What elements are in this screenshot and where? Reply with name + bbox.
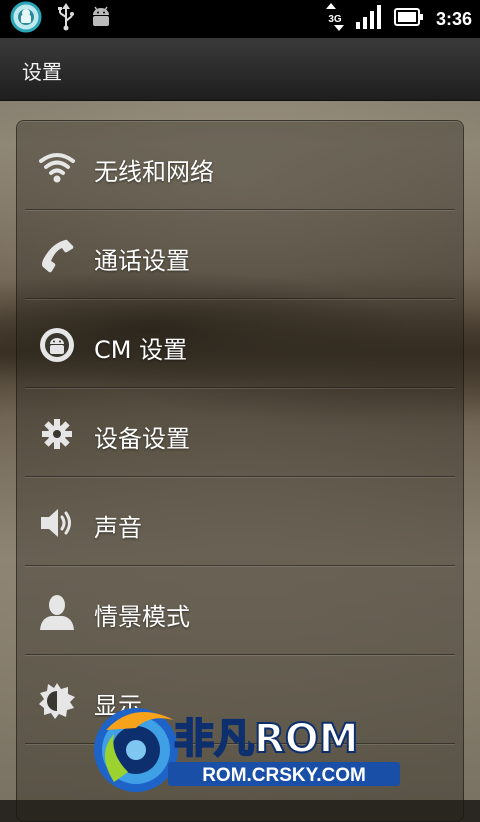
settings-item-label: 声音 bbox=[94, 514, 142, 542]
settings-item-device[interactable]: 设备设置 bbox=[17, 388, 463, 477]
brightness-icon bbox=[37, 681, 77, 721]
android-debug-icon bbox=[90, 5, 112, 33]
settings-item-call[interactable]: 通话设置 bbox=[17, 210, 463, 299]
watermark-brand: 非凡ROM bbox=[174, 716, 359, 762]
settings-item-wireless[interactable]: 无线和网络 bbox=[17, 121, 463, 210]
clock: 3:36 bbox=[435, 8, 472, 29]
battery-icon bbox=[393, 8, 424, 30]
cyanogen-notification-icon bbox=[10, 1, 42, 37]
signal-icon bbox=[355, 5, 382, 33]
person-icon bbox=[37, 592, 77, 632]
page-title: 设置 bbox=[22, 60, 62, 84]
settings-item-label: 设备设置 bbox=[94, 425, 190, 453]
status-bar: 3G 3:36 bbox=[0, 0, 480, 38]
cm-icon bbox=[37, 325, 77, 365]
settings-item-label: 情景模式 bbox=[94, 603, 190, 631]
gear-icon bbox=[37, 414, 77, 454]
usb-icon bbox=[56, 3, 76, 35]
notification-icons bbox=[10, 1, 112, 37]
watermark: 非凡ROM ROM.CRSKY.COM bbox=[84, 694, 404, 800]
system-icons: 3G 3:36 bbox=[325, 3, 472, 35]
title-bar: 设置 bbox=[0, 38, 480, 101]
watermark-url: ROM.CRSKY.COM bbox=[202, 765, 366, 786]
watermark-logo-icon bbox=[94, 708, 178, 792]
wifi-icon bbox=[37, 147, 77, 187]
phone-icon bbox=[37, 236, 77, 276]
data-transfer-icon: 3G bbox=[325, 3, 344, 35]
speaker-icon bbox=[37, 503, 77, 543]
settings-item-cm[interactable]: CM 设置 bbox=[17, 299, 463, 388]
settings-item-sound[interactable]: 声音 bbox=[17, 477, 463, 566]
settings-item-label: 通话设置 bbox=[94, 247, 190, 275]
settings-item-profiles[interactable]: 情景模式 bbox=[17, 566, 463, 655]
settings-item-label: CM 设置 bbox=[94, 336, 188, 364]
settings-item-label: 无线和网络 bbox=[94, 158, 214, 186]
network-type-label: 3G bbox=[328, 14, 342, 25]
